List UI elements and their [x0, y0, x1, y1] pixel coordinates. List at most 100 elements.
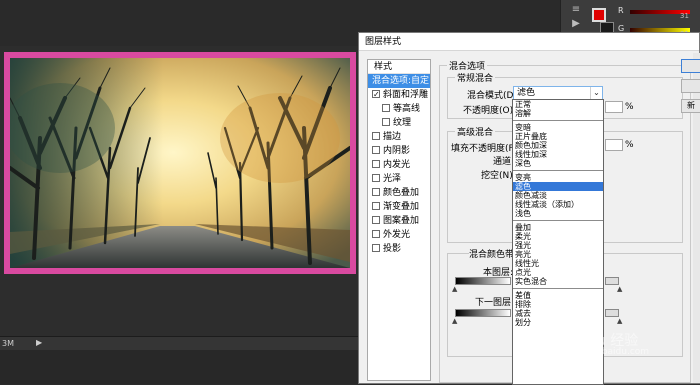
opacity-field[interactable] [605, 101, 623, 113]
style-item-label: 描边 [383, 132, 402, 142]
blend-mode-option[interactable]: 叠加 [513, 223, 603, 232]
this-layer-gradient-right[interactable] [605, 277, 619, 285]
watermark-url: jingyan.baidu.com [566, 347, 650, 357]
dropdown-separator [513, 218, 603, 223]
style-item[interactable]: 纹理 [368, 116, 430, 130]
panel-collapse-icon[interactable]: ≡ [569, 4, 583, 16]
style-item-label: 图案叠加 [383, 216, 420, 226]
blend-mode-option[interactable]: 颜色减淡 [513, 191, 603, 200]
channels-label: 通道: [493, 157, 515, 167]
channel-r-value: 31 [680, 12, 689, 20]
style-checkbox[interactable] [372, 88, 380, 102]
style-item[interactable]: 混合选项:自定 [368, 74, 430, 88]
opacity-unit: % [625, 102, 634, 112]
blend-mode-option[interactable]: 差值 [513, 291, 603, 300]
underlying-layer-label: 下一图层: [475, 298, 515, 308]
channel-r-label: R [618, 6, 624, 15]
blend-mode-option[interactable]: 线性加深 [513, 150, 603, 159]
blend-mode-option[interactable]: 亮光 [513, 250, 603, 259]
status-menu-arrow-icon[interactable]: ▶ [36, 338, 42, 347]
style-checkbox[interactable] [372, 174, 380, 182]
foreground-color-swatch[interactable] [592, 8, 606, 22]
blend-mode-option[interactable]: 实色混合 [513, 277, 603, 286]
layer-style-dialog: 图层样式 样式 混合选项:自定斜面和浮雕等高线纹理描边内阴影内发光光泽颜色叠加渐… [358, 32, 700, 385]
blend-mode-option[interactable]: 点光 [513, 268, 603, 277]
underlying-white-handle[interactable]: ▲ [617, 317, 622, 325]
style-checkbox[interactable] [382, 118, 390, 126]
document-canvas[interactable] [0, 46, 360, 336]
style-item[interactable]: 描边 [368, 130, 430, 144]
blend-mode-option[interactable]: 线性光 [513, 259, 603, 268]
dropdown-separator [513, 118, 603, 123]
style-checkbox[interactable] [372, 244, 380, 252]
style-list-header[interactable]: 样式 [368, 60, 430, 74]
blend-mode-option[interactable]: 深色 [513, 159, 603, 168]
style-item[interactable]: 等高线 [368, 102, 430, 116]
style-item-label: 投影 [383, 244, 402, 254]
blend-mode-option[interactable]: 线性减淡（添加） [513, 200, 603, 209]
blend-mode-option[interactable]: 正常 [513, 100, 603, 109]
style-list-items: 混合选项:自定斜面和浮雕等高线纹理描边内阴影内发光光泽颜色叠加渐变叠加图案叠加外… [368, 74, 430, 256]
photo-layer[interactable] [4, 52, 356, 274]
style-item-label: 光泽 [383, 174, 402, 184]
blend-mode-option[interactable]: 变亮 [513, 173, 603, 182]
style-item[interactable]: 渐变叠加 [368, 200, 430, 214]
style-item[interactable]: 内阴影 [368, 144, 430, 158]
style-item-label: 颜色叠加 [383, 188, 420, 198]
underlying-black-handle[interactable]: ▲ [452, 317, 457, 325]
style-checkbox[interactable] [372, 230, 380, 238]
opacity-label: 不透明度(O): [463, 106, 517, 116]
style-item[interactable]: 投影 [368, 242, 430, 256]
style-item-label: 内发光 [383, 160, 411, 170]
blend-mode-option[interactable]: 正片叠底 [513, 132, 603, 141]
general-blending-title: 常规混合 [455, 71, 496, 84]
this-layer-black-handle[interactable]: ▲ [452, 285, 457, 293]
style-checkbox[interactable] [372, 216, 380, 224]
style-checkbox[interactable] [372, 132, 380, 140]
style-item-label: 渐变叠加 [383, 202, 420, 212]
style-item-label: 纹理 [393, 118, 412, 128]
advanced-blending-title: 高级混合 [455, 125, 496, 138]
blend-mode-option[interactable]: 强光 [513, 241, 603, 250]
knockout-label: 挖空(N): [481, 171, 516, 181]
status-zoom-text: 3M [2, 339, 14, 348]
fill-opacity-field[interactable] [605, 139, 623, 151]
style-checkbox[interactable] [372, 160, 380, 168]
underlying-gradient[interactable] [455, 309, 511, 317]
blend-mode-option[interactable]: 颜色加深 [513, 141, 603, 150]
underlying-gradient-right[interactable] [605, 309, 619, 317]
ok-button[interactable] [681, 59, 700, 73]
blend-mode-value: 滤色 [517, 88, 536, 98]
blend-mode-option[interactable]: 变暗 [513, 123, 603, 132]
timeline-area [0, 350, 360, 384]
blend-mode-select[interactable]: 滤色 ⌄ [513, 86, 603, 100]
blend-mode-option[interactable]: 溶解 [513, 109, 603, 118]
new-style-button[interactable]: 新 [681, 99, 700, 113]
fill-opacity-label: 填充不透明度(F): [451, 144, 521, 154]
this-layer-white-handle[interactable]: ▲ [617, 285, 622, 293]
status-bar: 3M ▶ [0, 336, 360, 350]
dialog-title: 图层样式 [359, 33, 699, 51]
style-item[interactable]: 内发光 [368, 158, 430, 172]
blend-mode-option[interactable]: 浅色 [513, 209, 603, 218]
chevron-down-icon[interactable]: ⌄ [590, 87, 602, 99]
style-item[interactable]: 图案叠加 [368, 214, 430, 228]
style-checkbox[interactable] [382, 104, 390, 112]
style-item[interactable]: 光泽 [368, 172, 430, 186]
style-checkbox[interactable] [372, 146, 380, 154]
cancel-button[interactable] [681, 79, 700, 93]
style-item-label: 斜面和浮雕 [383, 90, 429, 100]
blend-mode-option[interactable]: 柔光 [513, 232, 603, 241]
this-layer-gradient[interactable] [455, 277, 511, 285]
dropdown-separator [513, 168, 603, 173]
style-item-label: 内阴影 [383, 146, 411, 156]
style-item[interactable]: 外发光 [368, 228, 430, 242]
style-item-label: 外发光 [383, 230, 411, 240]
style-item[interactable]: 斜面和浮雕 [368, 88, 430, 102]
style-item[interactable]: 颜色叠加 [368, 186, 430, 200]
style-checkbox[interactable] [372, 188, 380, 196]
blend-mode-option[interactable]: 滤色 [513, 182, 603, 191]
play-icon[interactable]: ▶ [569, 18, 583, 30]
style-checkbox[interactable] [372, 202, 380, 210]
dropdown-separator [513, 286, 603, 291]
